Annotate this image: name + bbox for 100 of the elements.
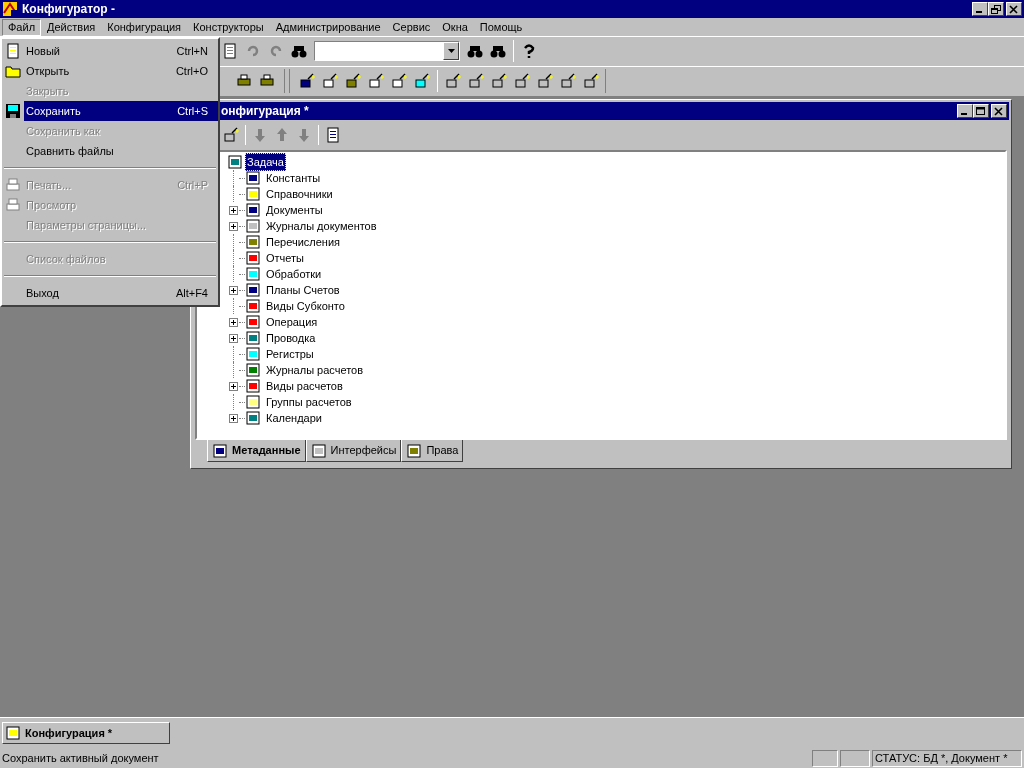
document-icon[interactable] — [325, 127, 341, 143]
help-icon[interactable] — [521, 43, 537, 60]
wand-icon[interactable] — [583, 73, 599, 90]
menu-item[interactable]: Администрирование — [269, 18, 387, 36]
minimize-button[interactable] — [957, 104, 973, 118]
status-pane — [840, 749, 870, 767]
printer-icon[interactable] — [5, 197, 21, 213]
node-icon — [245, 314, 261, 330]
menu-item[interactable]: Помощь — [473, 18, 529, 36]
wand-icon[interactable] — [537, 73, 553, 90]
printer-icon[interactable] — [5, 177, 21, 193]
binoculars-icon[interactable] — [490, 43, 506, 60]
status-message: Сохранить активный документ — [2, 750, 160, 766]
node-icon — [245, 346, 261, 362]
node-icon — [245, 298, 261, 314]
tree-item[interactable]: Операция — [265, 313, 319, 331]
expand-icon[interactable] — [228, 317, 238, 327]
menu-item[interactable]: Сохранить Ctrl+S — [24, 101, 218, 121]
node-icon — [245, 218, 261, 234]
max-icon — [976, 106, 986, 116]
menu-item[interactable]: Действия — [41, 18, 102, 36]
expand-icon[interactable] — [228, 333, 238, 343]
close-button[interactable] — [991, 104, 1007, 118]
menu-item[interactable]: Открыть Ctrl+O — [24, 61, 218, 81]
wand-icon[interactable] — [299, 73, 315, 90]
tree-item[interactable]: Планы Счетов — [265, 281, 341, 299]
close-icon — [1009, 4, 1019, 14]
restore-button[interactable] — [988, 2, 1004, 16]
wand-icon[interactable] — [322, 73, 338, 90]
document-icon[interactable] — [222, 43, 238, 60]
menu-item[interactable]: Новый Ctrl+N — [24, 41, 218, 61]
expand-icon[interactable] — [228, 221, 238, 231]
node-icon — [245, 266, 261, 282]
maximize-button[interactable] — [973, 104, 989, 118]
node-icon — [227, 154, 243, 170]
wand-icon[interactable] — [414, 73, 430, 90]
tree-item[interactable]: Отчеты — [265, 249, 306, 267]
tree-item[interactable]: Перечисления — [265, 233, 341, 251]
node-icon — [245, 410, 261, 426]
wand-icon[interactable] — [514, 73, 530, 90]
menu-item[interactable]: Файл — [2, 18, 42, 36]
menu-item[interactable]: Конструкторы — [187, 18, 270, 36]
tree-item[interactable]: Проводка — [265, 329, 317, 347]
tree-item[interactable]: Виды расчетов — [265, 377, 344, 395]
expand-icon[interactable] — [228, 413, 238, 423]
tree-item[interactable]: Обработки — [265, 265, 323, 283]
node-icon — [245, 250, 261, 266]
tree-item[interactable]: Константы — [265, 169, 322, 187]
menu-item[interactable]: Сравнить файлы — [24, 141, 218, 161]
node-icon — [245, 234, 261, 250]
wand-icon[interactable] — [391, 73, 407, 90]
folder-icon[interactable] — [5, 63, 21, 79]
tab[interactable]: Интерфейсы — [305, 440, 402, 462]
caret-icon — [447, 49, 455, 54]
tree-item[interactable]: Виды Субконто — [265, 297, 346, 315]
node-icon — [212, 442, 228, 459]
wand-icon[interactable] — [491, 73, 507, 90]
search-combo-box[interactable] — [314, 41, 460, 62]
node-icon — [245, 282, 261, 298]
tree-item[interactable]: Документы — [265, 201, 324, 219]
min-icon — [961, 112, 967, 115]
node-icon — [5, 725, 21, 741]
minimize-button[interactable] — [972, 2, 988, 16]
status-pane — [812, 749, 838, 767]
node-icon — [245, 378, 261, 394]
tree-item[interactable]: Группы расчетов — [265, 393, 353, 411]
node-icon — [245, 186, 261, 202]
min-icon — [976, 10, 982, 13]
menu-item[interactable]: Сервис — [386, 18, 437, 36]
new-document-icon[interactable] — [5, 43, 21, 59]
menu-item[interactable]: Выход Alt+F4 — [24, 283, 218, 303]
node-icon — [245, 330, 261, 346]
close-button[interactable] — [1006, 2, 1022, 16]
node-icon — [310, 442, 327, 459]
tab[interactable]: Права — [401, 440, 464, 462]
wand-icon[interactable] — [445, 73, 461, 90]
expand-icon[interactable] — [228, 285, 238, 295]
tree-item[interactable]: Регистры — [265, 345, 315, 363]
menu-item[interactable]: Конфигурация — [101, 18, 188, 36]
expand-icon[interactable] — [228, 381, 238, 391]
menu-item[interactable]: Окна — [436, 18, 474, 36]
binoculars-icon[interactable] — [291, 43, 307, 60]
tree-item[interactable]: Задача — [245, 152, 286, 172]
tree-item[interactable]: Журналы документов — [265, 217, 378, 235]
node-icon — [245, 202, 261, 218]
wand-icon[interactable] — [223, 127, 239, 143]
wand-icon[interactable] — [560, 73, 576, 90]
node-icon — [406, 442, 423, 459]
wand-icon[interactable] — [368, 73, 384, 90]
tree-item[interactable]: Справочники — [265, 185, 334, 203]
wand-icon[interactable] — [468, 73, 484, 90]
restore-icon — [991, 4, 1001, 14]
binoculars-icon[interactable] — [467, 43, 483, 60]
expand-icon[interactable] — [228, 205, 238, 215]
tree-item[interactable]: Журналы расчетов — [265, 361, 365, 379]
window-button[interactable]: Конфигурация * — [2, 722, 170, 744]
tab[interactable]: Метаданные — [207, 440, 306, 462]
wand-icon[interactable] — [345, 73, 361, 90]
tree-item[interactable]: Календари — [265, 409, 323, 427]
dropdown-button[interactable] — [443, 42, 459, 61]
